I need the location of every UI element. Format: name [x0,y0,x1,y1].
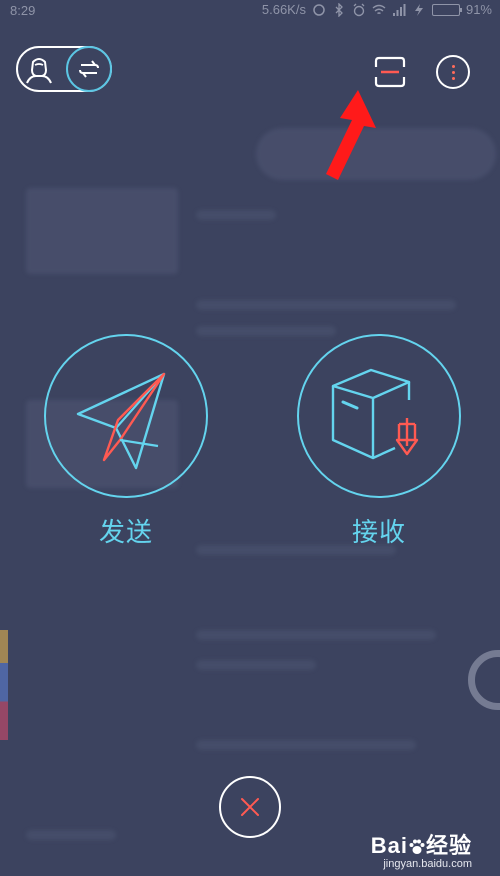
send-label: 发送 [98,517,153,547]
signal-icon [392,3,406,16]
close-icon [241,798,259,816]
wifi-icon [372,4,386,14]
more-vertical-icon-dot [452,77,455,80]
bluetooth-icon [335,2,343,17]
status-right-group: 5.66K/s 91% [262,2,492,17]
blurred-text-line [196,210,276,220]
baidu-watermark: Bai 经验 jingyan.baidu.com [371,828,472,870]
paper-plane-icon [76,372,166,470]
annotation-arrow-icon [326,90,376,180]
receive-label: 接收 [351,517,406,547]
blurred-text-line [26,830,116,840]
close-button[interactable] [219,776,281,838]
alarm-icon [353,3,365,16]
more-vertical-icon-dot [452,71,455,74]
paw-icon [409,839,425,855]
sync-icon [313,3,325,16]
watermark-brand: Bai [370,833,408,858]
watermark-suffix: 经验 [425,833,472,858]
battery-icon [431,3,462,16]
network-speed: 5.66K/s [261,2,306,17]
watermark-url: jingyan.baidu.com [383,858,472,870]
blurred-text-line [196,630,436,640]
user-icon [26,58,52,84]
app-screen: 8:29 5.66K/s 91% 发送 接收 Bai 经验 jingyan.ba… [0,0,500,876]
blurred-text-line [196,326,336,336]
battery-percent: 91% [465,2,492,17]
status-time: 8:29 [10,3,36,18]
mode-toggle[interactable] [16,46,112,92]
blurred-thumbnail [26,188,178,274]
box-download-icon [331,368,419,460]
status-bar: 8:29 5.66K/s 91% [0,0,500,22]
floating-ring-right [468,650,500,710]
more-vertical-icon-dot [452,65,455,68]
watermark-logo: Bai 经验 [371,828,472,860]
blurred-text-line [196,660,316,670]
edge-decoration-left [0,630,8,740]
send-button[interactable] [44,334,208,498]
blurred-text-line [196,300,456,310]
blurred-text-line [196,740,416,750]
more-button[interactable] [436,55,470,89]
swap-button[interactable] [66,46,112,92]
charging-icon [414,3,423,16]
swap-icon [79,60,99,78]
receive-button[interactable] [297,334,461,498]
